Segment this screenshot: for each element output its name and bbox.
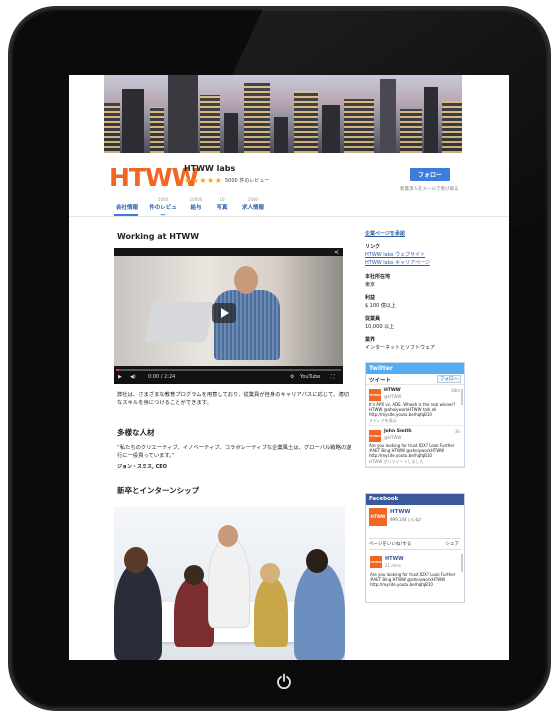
tweet-time: 3h	[454, 429, 460, 434]
twitter-widget: Twitter ツイート フォロー HTWW HTWW @HTWW 38m It…	[365, 362, 465, 468]
careers-link[interactable]: HTWW labs キャリアページ	[365, 259, 430, 266]
share-icon[interactable]: <	[334, 249, 339, 256]
facebook-scrollbar[interactable]	[461, 554, 463, 572]
intern-title: 新卒とインターンシップ	[117, 486, 200, 495]
tweet-avatar: HTWW	[369, 430, 381, 442]
twitter-follow-button[interactable]: フォロー	[437, 375, 461, 383]
tab-photos[interactable]: 10 写真	[212, 197, 232, 211]
facebook-page-avatar[interactable]: HTWW	[369, 508, 387, 526]
retweet-note: HTWW がリツイートしました	[369, 459, 424, 464]
company-page-screen: HTWW HTWW labs ★★★★★ 5000 件のレビュー フォロー 新着…	[69, 75, 509, 660]
post-text: Are you looking for trust IDX? Look Furt…	[370, 572, 456, 588]
hq-label: 本社所在地	[365, 274, 391, 280]
ceo-quote: “私たちのクリエーティブ、イノベーティブ、コラボレーティブな企業風土は、グローバ…	[117, 445, 352, 459]
facebook-widget: Facebook HTWW HTWW 999,144 いいね! ページをいいね!…	[365, 493, 465, 603]
revenue-value: $ 100 億以上	[365, 303, 396, 309]
settings-icon[interactable]: ⚙	[290, 374, 294, 380]
twitter-title: Twitter	[366, 363, 464, 374]
facebook-share-button[interactable]: シェア	[446, 541, 460, 547]
fullscreen-icon[interactable]: ⛶	[331, 374, 335, 380]
tweet-media-link[interactable]: メディアを表示	[369, 418, 397, 424]
play-icon[interactable]	[212, 303, 236, 323]
industry-value: インターネットとソフトウェア	[365, 345, 436, 351]
tweet-avatar: HTWW	[369, 389, 381, 401]
tweet-time: 38m	[451, 388, 460, 393]
tab-jobs[interactable]: 2000 求人情報	[240, 197, 266, 211]
twitter-scrollbar[interactable]	[461, 389, 463, 405]
tweet-item[interactable]: HTWW John Smith @HTWW 3h Are you looking…	[366, 426, 464, 467]
company-name: HTWW labs	[184, 164, 236, 173]
video-progress-bar[interactable]	[116, 369, 341, 371]
tweet-text: Are you looking for trust IDX? Look Furt…	[369, 443, 455, 459]
tweet-text: It's APX vs. ADE. Whoah is the real winn…	[369, 402, 456, 418]
video-time: 0:00 / 2:24	[148, 374, 176, 380]
facebook-page-name[interactable]: HTWW	[390, 509, 411, 515]
post-author[interactable]: HTWW	[385, 556, 404, 562]
video-controls: ▶ ◀) 0:00 / 2:24 ⚙ YouTube ⛶	[114, 368, 343, 384]
diversity-title: 多様な人材	[117, 428, 155, 437]
team-meeting-photo	[114, 507, 345, 660]
tab-company-info[interactable]: 会社情報	[114, 197, 140, 211]
hq-value: 東京	[365, 282, 376, 288]
follow-note: 新着求人をメールで受け取る	[400, 187, 459, 192]
tweets-label: ツイート	[369, 378, 392, 384]
power-icon[interactable]	[276, 673, 292, 689]
tweet-handle: @HTWW	[384, 394, 402, 399]
company-tabs: 会社情報 5000 件のレビュー 10000 給与 10 写真 2000 求人情…	[114, 197, 474, 219]
post-time: 21 mins	[385, 563, 401, 568]
play-small-icon[interactable]: ▶	[118, 374, 122, 380]
tablet-frame: HTWW HTWW labs ★★★★★ 5000 件のレビュー フォロー 新着…	[8, 6, 551, 711]
youtube-logo[interactable]: YouTube	[300, 374, 320, 380]
video-player[interactable]: < ▶ ◀) 0:00 / 2:24 ⚙ YouTube ⛶	[114, 248, 343, 384]
facebook-title: Facebook	[366, 494, 464, 505]
facebook-likes: 999,144 いいね!	[390, 517, 422, 522]
tweet-author[interactable]: John Smith	[384, 429, 412, 434]
facebook-actions: ページをいいね!する シェア	[369, 538, 461, 550]
city-banner-image	[104, 75, 462, 153]
tab-salary[interactable]: 10000 給与	[186, 197, 206, 211]
rating-stars: ★★★★★	[184, 176, 223, 185]
employees-value: 10,000 以上	[365, 324, 395, 330]
industry-label: 業界	[365, 337, 376, 343]
employees-label: 従業員	[365, 316, 381, 322]
links-label: リンク	[365, 244, 381, 250]
tabs-divider	[69, 216, 509, 217]
twitter-subheader: ツイート フォロー	[366, 374, 464, 385]
website-link[interactable]: HTWW labs ウェブサイト	[365, 251, 425, 258]
revenue-label: 利益	[365, 295, 376, 301]
tweet-author[interactable]: HTWW	[384, 388, 401, 393]
post-avatar: HTWW	[370, 556, 382, 568]
follow-button[interactable]: フォロー	[410, 168, 450, 181]
tweet-item[interactable]: HTWW HTWW @HTWW 38m It's APX vs. ADE. Wh…	[366, 385, 464, 426]
quote-author: ジョン・スミス, CEO	[117, 464, 167, 470]
tweet-handle: @HTWW	[384, 435, 402, 440]
claim-page-link[interactable]: 企業ページを承認	[365, 230, 405, 237]
company-description: 弊社は、さまざまな教育プログラムを用意しており、従業員が自身のキャリアパスに応じ…	[117, 392, 350, 406]
facebook-like-button[interactable]: ページをいいね!する	[369, 541, 411, 547]
review-count[interactable]: 5000 件のレビュー	[225, 177, 269, 184]
volume-icon[interactable]: ◀)	[130, 374, 136, 380]
section-title: Working at HTWW	[117, 232, 200, 241]
